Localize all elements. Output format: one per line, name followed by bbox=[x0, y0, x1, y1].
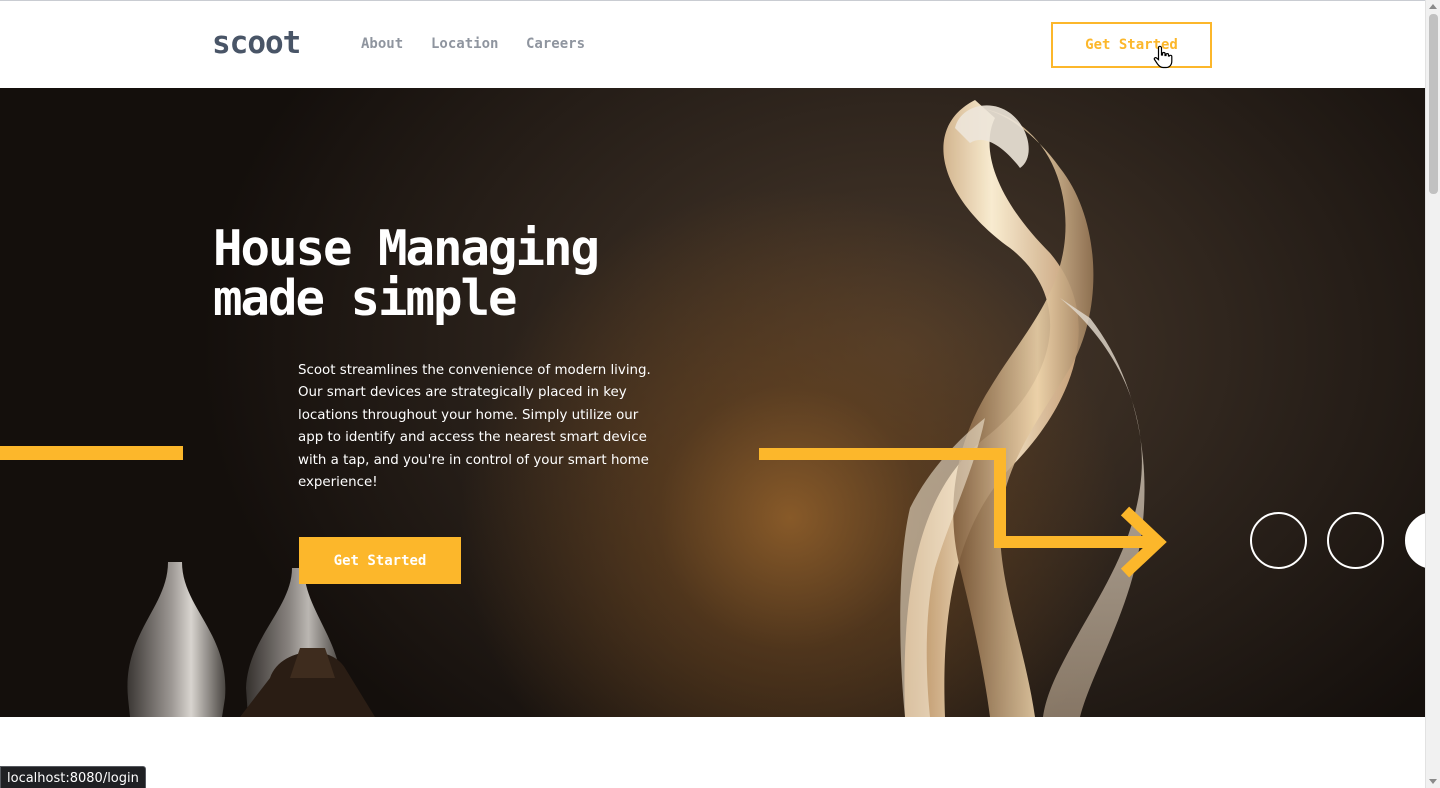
hero-description: Scoot streamlines the convenience of mod… bbox=[298, 363, 651, 491]
page: scoot About Location Careers Get Started bbox=[0, 0, 1425, 788]
hand-pointer-icon bbox=[1153, 45, 1173, 69]
hero-section: House Managing made simple Scoot streaml… bbox=[0, 88, 1425, 717]
nav-link-about[interactable]: About bbox=[361, 36, 403, 52]
scroll-up-arrow-icon[interactable] bbox=[1429, 4, 1437, 9]
site-header: scoot About Location Careers Get Started bbox=[0, 1, 1425, 87]
scroll-thumb[interactable] bbox=[1429, 14, 1438, 194]
status-bar-url: localhost:8080/login bbox=[0, 766, 146, 788]
accent-bar bbox=[0, 446, 183, 460]
nav-link-careers[interactable]: Careers bbox=[526, 36, 585, 52]
scroll-down-arrow-icon[interactable] bbox=[1429, 779, 1437, 784]
decorative-circle bbox=[1250, 512, 1307, 569]
vertical-scrollbar[interactable] bbox=[1425, 0, 1440, 788]
hero-title: House Managing made simple bbox=[213, 224, 733, 324]
hero-get-started-button[interactable]: Get Started bbox=[299, 537, 461, 584]
nav-link-location[interactable]: Location bbox=[431, 36, 498, 52]
vases bbox=[127, 562, 375, 717]
hero-background-art bbox=[127, 100, 1167, 717]
header-get-started-button[interactable]: Get Started bbox=[1051, 22, 1212, 68]
hero-title-line2: made simple bbox=[213, 270, 518, 327]
hero-title-line1: House Managing bbox=[213, 220, 600, 277]
decorative-circle bbox=[1327, 512, 1384, 569]
lamp-sculpture bbox=[900, 100, 1145, 717]
logo[interactable]: scoot bbox=[212, 25, 301, 61]
